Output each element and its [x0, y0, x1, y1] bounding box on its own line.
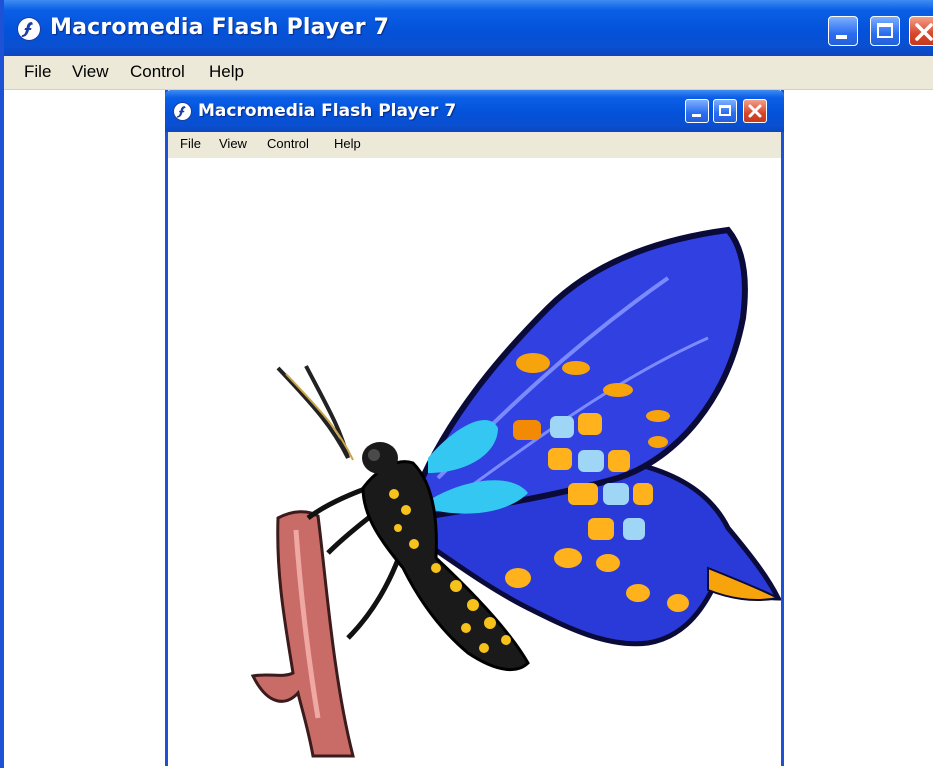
stem	[250, 510, 355, 758]
inner-minimize-button[interactable]	[685, 99, 709, 123]
inner-close-button[interactable]	[743, 99, 767, 123]
inner-menu-bar: File View Control Help	[168, 132, 781, 158]
outer-menu-file[interactable]: File	[24, 62, 51, 82]
inner-menu-help[interactable]: Help	[334, 136, 361, 151]
inner-flash-player-window: Macromedia Flash Player 7 File View Cont…	[165, 90, 784, 766]
inner-menu-view[interactable]: View	[219, 136, 247, 151]
outer-menu-control[interactable]: Control	[130, 62, 185, 82]
close-icon	[915, 23, 933, 41]
maximize-icon	[877, 23, 893, 38]
outer-maximize-button[interactable]	[870, 16, 900, 46]
inner-menu-control[interactable]: Control	[267, 136, 309, 151]
outer-menu-help[interactable]: Help	[209, 62, 244, 82]
outer-close-button[interactable]	[909, 16, 933, 46]
flash-player-icon[interactable]	[174, 103, 191, 120]
maximize-icon	[719, 105, 731, 116]
minimize-icon	[836, 35, 847, 39]
flash-player-icon[interactable]	[18, 18, 40, 40]
flash-stage[interactable]	[168, 158, 783, 766]
butterfly-illustration	[250, 226, 783, 758]
inner-menu-file[interactable]: File	[180, 136, 201, 151]
outer-menu-view[interactable]: View	[72, 62, 109, 82]
outer-minimize-button[interactable]	[828, 16, 858, 46]
outer-window-title: Macromedia Flash Player 7	[50, 15, 390, 40]
minimize-icon	[692, 114, 701, 117]
inner-title-bar[interactable]: Macromedia Flash Player 7	[165, 90, 784, 132]
inner-window-title: Macromedia Flash Player 7	[198, 101, 457, 121]
inner-maximize-button[interactable]	[713, 99, 737, 123]
close-icon	[748, 104, 762, 118]
outer-menu-bar: File View Control Help	[4, 56, 933, 90]
outer-title-bar[interactable]: Macromedia Flash Player 7	[4, 0, 933, 56]
